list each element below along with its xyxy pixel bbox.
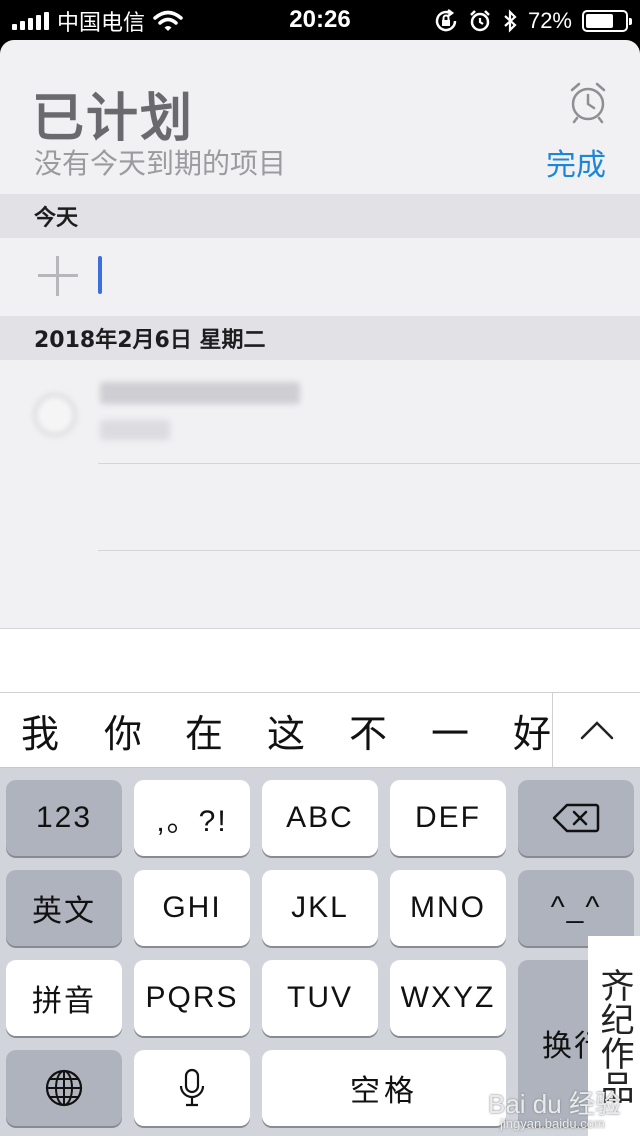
- rotation-lock-icon: [435, 9, 457, 32]
- status-bar: 中国电信 20:26 72%: [0, 0, 640, 40]
- card-bottom: [0, 629, 640, 692]
- key-abc[interactable]: ABC: [262, 780, 378, 856]
- chevron-up-icon: [580, 721, 613, 740]
- blurred-task-title[interactable]: [100, 382, 300, 404]
- alarm-clock-icon[interactable]: [566, 80, 610, 124]
- key-ghi[interactable]: GHI: [134, 870, 250, 946]
- key-punctuation[interactable]: ,。?!: [134, 780, 250, 856]
- baidu-url: jingyan.baidu.com: [500, 1116, 605, 1131]
- battery-icon: [582, 10, 632, 32]
- key-globe[interactable]: [6, 1050, 122, 1126]
- key-jkl[interactable]: JKL: [262, 870, 378, 946]
- battery-percent: 72%: [527, 8, 572, 33]
- key-mno[interactable]: MNO: [390, 870, 506, 946]
- candidate-word[interactable]: 我: [10, 703, 70, 758]
- key-pqrs[interactable]: PQRS: [134, 960, 250, 1036]
- reminders-card: 已计划 没有今天到期的项目 完成 今天 2018年2月6日 星期二: [0, 40, 640, 692]
- status-right: 72%: [434, 6, 632, 36]
- candidate-word[interactable]: 在: [174, 703, 234, 758]
- expand-candidates-button[interactable]: [552, 693, 640, 767]
- task-checkbox[interactable]: [32, 392, 78, 438]
- add-item-button[interactable]: [38, 256, 78, 296]
- battery-level: [586, 14, 614, 28]
- key-emoticon[interactable]: ^_^: [518, 870, 634, 946]
- row-divider: [98, 463, 640, 464]
- text-cursor[interactable]: [98, 256, 102, 294]
- key-tuv[interactable]: TUV: [262, 960, 378, 1036]
- bluetooth-icon: [504, 9, 517, 33]
- microphone-icon: [179, 1068, 205, 1107]
- done-button[interactable]: 完成: [546, 140, 606, 184]
- key-delete[interactable]: [518, 780, 634, 856]
- section-header-today: 今天: [0, 194, 640, 238]
- key-def[interactable]: DEF: [390, 780, 506, 856]
- backspace-icon: [552, 803, 600, 833]
- key-pinyin[interactable]: 拼音: [6, 960, 122, 1036]
- candidate-word[interactable]: 不: [338, 703, 398, 758]
- page-subtitle: 没有今天到期的项目: [34, 147, 287, 180]
- key-numbers[interactable]: 123: [6, 780, 122, 856]
- row-divider: [98, 550, 640, 551]
- candidate-word[interactable]: 这: [256, 703, 316, 758]
- key-space[interactable]: 空格: [262, 1050, 506, 1126]
- page-title: 已计划: [32, 89, 195, 149]
- candidate-word[interactable]: 你: [93, 703, 153, 758]
- globe-icon: [45, 1069, 83, 1107]
- alarm-icon: [470, 10, 490, 32]
- section-header-date: 2018年2月6日 星期二: [0, 316, 640, 360]
- key-microphone[interactable]: [134, 1050, 250, 1126]
- candidate-bar: 我 你 在 这 不 一 好: [0, 692, 640, 768]
- keyboard: 123 ,。?! ABC DEF 英文 GHI JKL MNO ^_^ 拼音 P…: [0, 768, 640, 1136]
- blurred-task-note: [100, 420, 170, 440]
- key-english[interactable]: 英文: [6, 870, 122, 946]
- candidate-word[interactable]: 一: [420, 703, 480, 758]
- key-wxyz[interactable]: WXYZ: [390, 960, 506, 1036]
